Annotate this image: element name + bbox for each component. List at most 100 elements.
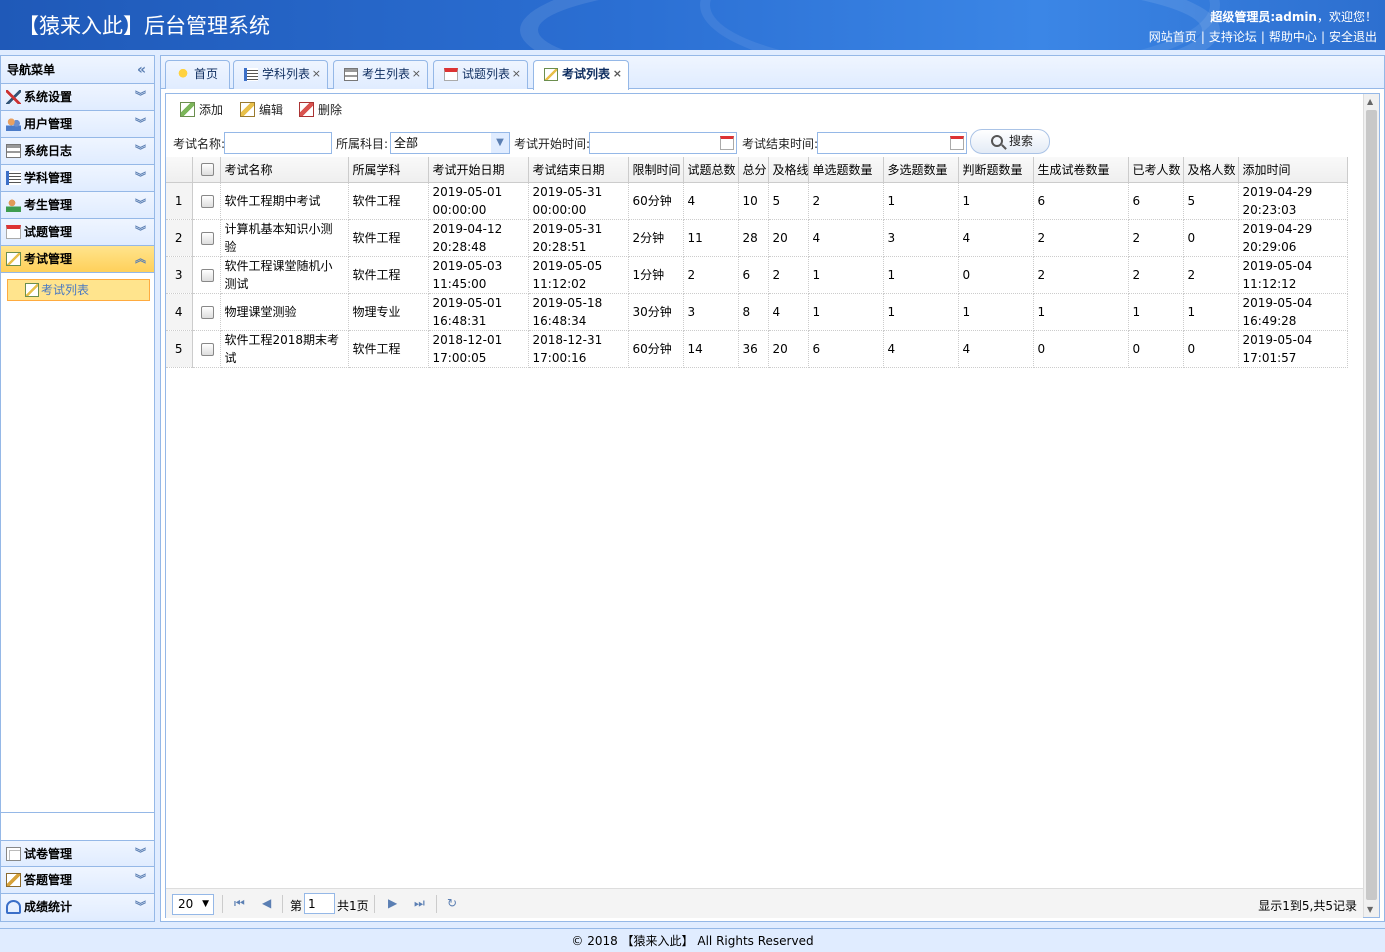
column-header[interactable]: 考试名称 bbox=[220, 157, 349, 183]
table-row[interactable]: 1 软件工程期中考试 软件工程 2019-05-01 00:00:00 2019-05-… bbox=[166, 182, 1348, 220]
row-checkbox[interactable] bbox=[200, 268, 214, 282]
scroll-down-icon[interactable]: ▼ bbox=[1367, 905, 1373, 914]
end-time-input[interactable] bbox=[817, 132, 967, 154]
table-row[interactable]: 4 物理课堂测验 物理专业 2019-05-01 16:48:31 2019-05-18… bbox=[166, 293, 1348, 331]
sidebar-item-label: 系统日志 bbox=[24, 144, 73, 158]
table-header-row: 考试名称 所属学科 考试开始日期 考试结束日期 限制时间 试题总数 总分 及格线… bbox=[166, 157, 1348, 183]
sidebar-item-system-log[interactable]: 系统日志 ︾ bbox=[1, 138, 154, 165]
sidebar-item-answer-management[interactable]: 答题管理 ︾ bbox=[1, 867, 154, 894]
subject-select[interactable]: 全部 ▼ bbox=[390, 132, 510, 154]
close-icon[interactable]: × bbox=[512, 61, 521, 87]
cell-limit: 2分钟 bbox=[628, 219, 684, 257]
page-number-input[interactable] bbox=[304, 893, 335, 914]
page-prefix-label: 第 bbox=[290, 899, 303, 913]
column-header[interactable]: 及格线 bbox=[768, 157, 809, 183]
cell-single: 2 bbox=[808, 182, 884, 220]
row-checkbox[interactable] bbox=[200, 231, 214, 245]
next-page-icon[interactable]: ▶ bbox=[388, 896, 397, 910]
scroll-up-icon[interactable]: ▲ bbox=[1367, 97, 1373, 106]
calendar-icon[interactable] bbox=[950, 136, 964, 150]
link-site-home[interactable]: 网站首页 bbox=[1149, 30, 1197, 44]
column-header[interactable]: 试题总数 bbox=[683, 157, 739, 183]
header-decoration-2 bbox=[700, 0, 1220, 50]
sidebar-item-system-settings[interactable]: 系统设置 ︾ bbox=[1, 84, 154, 111]
search-icon bbox=[991, 135, 1003, 147]
cell-judge: 4 bbox=[958, 219, 1034, 257]
add-button[interactable]: 添加 bbox=[179, 101, 223, 119]
sidebar-item-exam-management[interactable]: 考试管理 ︽ bbox=[1, 246, 154, 273]
start-time-input[interactable] bbox=[589, 132, 737, 154]
column-header[interactable]: 限制时间 bbox=[628, 157, 684, 183]
vertical-scrollbar[interactable]: ▲ ▼ bbox=[1363, 94, 1379, 917]
subject-label: 所属科目: bbox=[336, 137, 389, 151]
student-list-icon bbox=[344, 68, 358, 81]
row-checkbox[interactable] bbox=[200, 305, 214, 319]
edit-button[interactable]: 编辑 bbox=[239, 101, 283, 119]
column-header[interactable]: 所属学科 bbox=[348, 157, 429, 183]
table-row[interactable]: 2 计算机基本知识小测验 软件工程 2019-04-12 20:28:48 2019-0… bbox=[166, 219, 1348, 257]
column-header[interactable]: 单选题数量 bbox=[808, 157, 884, 183]
cell-subject: 物理专业 bbox=[348, 293, 429, 331]
tab-label: 考生列表 bbox=[362, 67, 411, 81]
link-forum[interactable]: 支持论坛 bbox=[1209, 30, 1257, 44]
select-all-checkbox[interactable] bbox=[200, 163, 214, 177]
sidebar-item-subject-management[interactable]: 学科管理 ︾ bbox=[1, 165, 154, 192]
scrollbar-thumb[interactable] bbox=[1366, 110, 1377, 900]
row-select-cell bbox=[192, 293, 221, 331]
row-checkbox[interactable] bbox=[200, 342, 214, 356]
toolbar: 添加 编辑 删除 bbox=[166, 94, 1363, 124]
tab-label: 试题列表 bbox=[462, 67, 511, 81]
column-header[interactable]: 总分 bbox=[738, 157, 769, 183]
sidebar-item-label: 试题管理 bbox=[24, 225, 73, 239]
tab-student-list[interactable]: 考生列表 × bbox=[333, 60, 428, 89]
calendar-icon[interactable] bbox=[720, 136, 734, 150]
table-row[interactable]: 3 软件工程课堂随机小测试 软件工程 2019-05-03 11:45:00 2019-… bbox=[166, 256, 1348, 294]
link-help[interactable]: 帮助中心 bbox=[1269, 30, 1317, 44]
sidebar-item-paper-management[interactable]: 试卷管理 ︾ bbox=[1, 840, 154, 867]
sidebar-subitem-exam-list[interactable]: 考试列表 bbox=[7, 279, 150, 301]
first-page-icon[interactable]: ⏮ bbox=[234, 896, 245, 911]
column-header[interactable]: 考试开始日期 bbox=[428, 157, 529, 183]
last-page-icon[interactable]: ⏭ bbox=[414, 896, 425, 911]
column-header[interactable]: 生成试卷数量 bbox=[1033, 157, 1129, 183]
row-number: 2 bbox=[166, 219, 193, 257]
link-logout[interactable]: 安全退出 bbox=[1329, 30, 1377, 44]
column-header[interactable]: 已考人数 bbox=[1128, 157, 1184, 183]
pager-separator bbox=[222, 895, 223, 913]
row-checkbox[interactable] bbox=[200, 194, 214, 208]
sidebar-item-label: 学科管理 bbox=[24, 171, 73, 185]
tab-home[interactable]: 首页 bbox=[165, 60, 230, 89]
prev-page-icon[interactable]: ◀ bbox=[262, 896, 271, 910]
close-icon[interactable]: × bbox=[412, 61, 421, 87]
sidebar-item-score-stats[interactable]: 成绩统计 ︾ bbox=[1, 894, 154, 921]
page-size-select[interactable]: 20 ▼ bbox=[172, 894, 214, 915]
chevron-down-icon: ▼ bbox=[202, 899, 209, 909]
table-row[interactable]: 5 软件工程2018期末考试 软件工程 2018-12-01 17:00:05 2018… bbox=[166, 330, 1348, 368]
row-number: 5 bbox=[166, 330, 193, 368]
chevron-down-icon[interactable]: ▼ bbox=[491, 133, 509, 153]
column-header[interactable]: 多选题数量 bbox=[883, 157, 959, 183]
subject-icon bbox=[6, 171, 21, 185]
exam-list-icon bbox=[544, 68, 558, 81]
delete-label: 删除 bbox=[318, 103, 343, 117]
column-header[interactable]: 判断题数量 bbox=[958, 157, 1034, 183]
sidebar-item-student-management[interactable]: 考生管理 ︾ bbox=[1, 192, 154, 219]
delete-button[interactable]: 删除 bbox=[298, 101, 342, 119]
sidebar-item-label: 考生管理 bbox=[24, 198, 73, 212]
column-header[interactable]: 添加时间 bbox=[1238, 157, 1348, 183]
exam-name-input[interactable] bbox=[224, 132, 332, 154]
collapse-sidebar-icon[interactable]: « bbox=[137, 56, 146, 84]
close-icon[interactable]: × bbox=[312, 61, 321, 87]
paper-icon bbox=[6, 847, 21, 861]
tab-question-list[interactable]: 试题列表 × bbox=[433, 60, 528, 89]
column-header[interactable]: 考试结束日期 bbox=[528, 157, 629, 183]
sidebar-item-question-management[interactable]: 试题管理 ︾ bbox=[1, 219, 154, 246]
search-button[interactable]: 搜索 bbox=[970, 129, 1050, 154]
close-icon[interactable]: × bbox=[613, 61, 622, 87]
refresh-icon[interactable]: ↻ bbox=[447, 896, 457, 910]
column-header[interactable]: 及格人数 bbox=[1183, 157, 1239, 183]
sidebar-item-user-management[interactable]: 用户管理 ︾ bbox=[1, 111, 154, 138]
tab-exam-list[interactable]: 考试列表 × bbox=[533, 60, 629, 90]
tab-subject-list[interactable]: 学科列表 × bbox=[233, 60, 328, 89]
cell-taken: 6 bbox=[1128, 182, 1184, 220]
